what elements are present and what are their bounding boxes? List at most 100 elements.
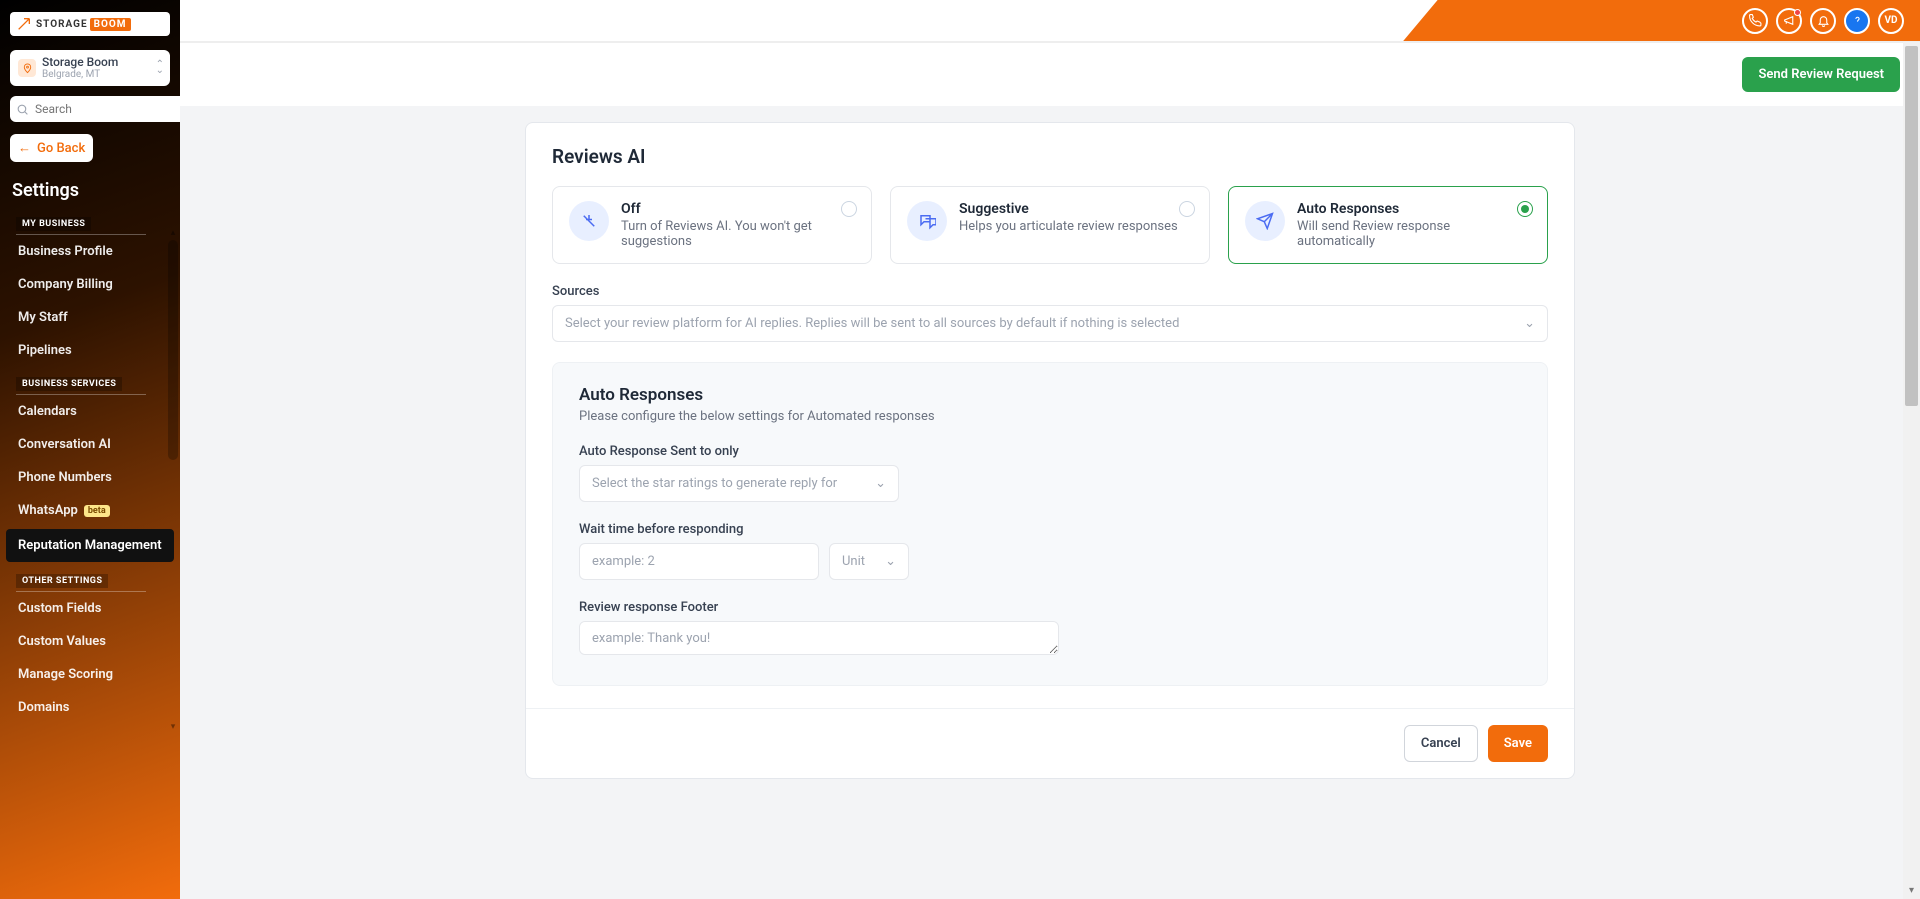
sidebar-item-domains[interactable]: Domains bbox=[0, 691, 180, 724]
send-icon bbox=[1245, 201, 1285, 241]
sidebar-item-label: Company Billing bbox=[18, 277, 113, 292]
send-review-request-button[interactable]: Send Review Request bbox=[1742, 57, 1900, 92]
sidebar-item-label: Calendars bbox=[18, 404, 77, 419]
option-title: Suggestive bbox=[959, 201, 1193, 217]
chat-icon bbox=[907, 201, 947, 241]
beta-badge: beta bbox=[84, 505, 110, 517]
option-auto-responses[interactable]: Auto Responses Will send Review response … bbox=[1228, 186, 1548, 264]
star-rating-placeholder: Select the star ratings to generate repl… bbox=[592, 476, 837, 491]
wait-unit-placeholder: Unit bbox=[842, 554, 865, 569]
auto-responses-subtitle: Please configure the below settings for … bbox=[579, 409, 1521, 424]
sidebar-item-label: Business Profile bbox=[18, 244, 113, 259]
sidebar-item-company-billing[interactable]: Company Billing bbox=[0, 268, 180, 301]
sidebar-item-manage-scoring[interactable]: Manage Scoring bbox=[0, 658, 180, 691]
location-subtitle: Belgrade, MT bbox=[42, 69, 118, 80]
sidebar-item-custom-fields[interactable]: Custom Fields bbox=[0, 592, 180, 625]
announcements-button[interactable] bbox=[1776, 8, 1802, 34]
bell-icon bbox=[1817, 14, 1830, 27]
page-action-bar: Send Review Request bbox=[180, 42, 1920, 106]
chevron-updown-icon: ⌃⌄ bbox=[156, 62, 164, 74]
cancel-button[interactable]: Cancel bbox=[1404, 725, 1478, 762]
sidebar-scroll-thumb[interactable] bbox=[168, 240, 178, 460]
sidebar-item-whatsapp[interactable]: WhatsApp beta bbox=[0, 494, 180, 527]
sidebar-group-label: OTHER SETTINGS bbox=[16, 574, 108, 588]
brand-logo[interactable]: STORAGEBOOM bbox=[10, 12, 170, 36]
search-input[interactable] bbox=[33, 101, 185, 117]
chevron-down-icon: ⌄ bbox=[875, 476, 886, 491]
go-back-button[interactable]: ← Go Back bbox=[10, 134, 93, 162]
phone-button[interactable] bbox=[1742, 8, 1768, 34]
user-avatar[interactable]: VD bbox=[1878, 8, 1904, 34]
option-description: Helps you articulate review responses bbox=[959, 219, 1193, 234]
footer-textarea[interactable] bbox=[579, 621, 1059, 655]
sidebar-item-label: WhatsApp bbox=[18, 503, 78, 518]
logo-arrow-icon bbox=[16, 16, 32, 32]
scroll-down-icon[interactable]: ▾ bbox=[1903, 882, 1920, 899]
sidebar-item-label: Reputation Management bbox=[18, 538, 162, 553]
sidebar-item-custom-values[interactable]: Custom Values bbox=[0, 625, 180, 658]
sent-to-label: Auto Response Sent to only bbox=[579, 444, 1521, 459]
sidebar-item-label: Phone Numbers bbox=[18, 470, 112, 485]
reviews-ai-title: Reviews AI bbox=[552, 145, 1548, 168]
sidebar-item-pipelines[interactable]: Pipelines bbox=[0, 334, 180, 367]
radio-indicator bbox=[841, 201, 857, 217]
wait-time-label: Wait time before responding bbox=[579, 522, 1521, 537]
settings-heading: Settings bbox=[0, 172, 180, 207]
wait-unit-select[interactable]: Unit ⌄ bbox=[829, 543, 909, 580]
sidebar-item-label: My Staff bbox=[18, 310, 68, 325]
location-title: Storage Boom bbox=[42, 56, 118, 69]
sidebar-item-business-profile[interactable]: Business Profile bbox=[0, 235, 180, 268]
notifications-button[interactable] bbox=[1810, 8, 1836, 34]
wait-time-input[interactable] bbox=[579, 543, 819, 580]
option-suggestive[interactable]: Suggestive Helps you articulate review re… bbox=[890, 186, 1210, 264]
help-button[interactable] bbox=[1844, 8, 1870, 34]
sidebar-scrollbar[interactable]: ▴ ▾ bbox=[168, 240, 178, 720]
sidebar-item-reputation-management[interactable]: Reputation Management bbox=[6, 529, 174, 562]
sidebar-item-conversation-ai[interactable]: Conversation AI bbox=[0, 428, 180, 461]
main-area: VD Send Review Request Reviews AI Off Tur… bbox=[180, 0, 1920, 899]
sidebar-item-calendars[interactable]: Calendars bbox=[0, 395, 180, 428]
radio-indicator bbox=[1179, 201, 1195, 217]
off-icon bbox=[569, 201, 609, 241]
option-description: Turn of Reviews AI. You won't get sugges… bbox=[621, 219, 855, 249]
option-title: Auto Responses bbox=[1297, 201, 1531, 217]
megaphone-icon bbox=[1783, 14, 1796, 27]
footer-label: Review response Footer bbox=[579, 600, 1521, 615]
arrow-left-icon: ← bbox=[18, 140, 31, 156]
sidebar-group-label: BUSINESS SERVICES bbox=[16, 377, 122, 391]
sources-placeholder: Select your review platform for AI repli… bbox=[565, 316, 1179, 331]
page-scrollbar[interactable]: ▴ ▾ bbox=[1903, 42, 1920, 899]
option-description: Will send Review response automatically bbox=[1297, 219, 1531, 249]
sidebar-item-my-staff[interactable]: My Staff bbox=[0, 301, 180, 334]
location-switcher[interactable]: Storage Boom Belgrade, MT ⌃⌄ bbox=[10, 50, 170, 86]
phone-icon bbox=[1749, 14, 1762, 27]
auto-responses-title: Auto Responses bbox=[579, 385, 1521, 405]
sidebar-item-label: Conversation AI bbox=[18, 437, 111, 452]
card-footer: Cancel Save bbox=[526, 708, 1574, 778]
scroll-down-icon[interactable]: ▾ bbox=[168, 722, 178, 732]
sidebar-item-label: Custom Fields bbox=[18, 601, 101, 616]
sidebar-item-label: Manage Scoring bbox=[18, 667, 113, 682]
option-off[interactable]: Off Turn of Reviews AI. You won't get sug… bbox=[552, 186, 872, 264]
sidebar-item-label: Custom Values bbox=[18, 634, 106, 649]
reviews-ai-card: Reviews AI Off Turn of Reviews AI. You wo… bbox=[525, 122, 1575, 779]
star-rating-select[interactable]: Select the star ratings to generate repl… bbox=[579, 465, 899, 502]
chevron-down-icon: ⌄ bbox=[1524, 316, 1535, 331]
pin-icon bbox=[18, 59, 36, 77]
sidebar-item-label: Pipelines bbox=[18, 343, 72, 358]
sidebar: STORAGEBOOM Storage Boom Belgrade, MT ⌃⌄… bbox=[0, 0, 180, 899]
topbar: VD bbox=[180, 0, 1920, 42]
sidebar-item-phone-numbers[interactable]: Phone Numbers bbox=[0, 461, 180, 494]
option-title: Off bbox=[621, 201, 855, 217]
auto-responses-panel: Auto Responses Please configure the belo… bbox=[552, 362, 1548, 686]
sources-select[interactable]: Select your review platform for AI repli… bbox=[552, 305, 1548, 342]
scroll-up-icon[interactable]: ▴ bbox=[168, 228, 178, 238]
notification-dot bbox=[1794, 9, 1801, 16]
radio-indicator bbox=[1517, 201, 1533, 217]
save-button[interactable]: Save bbox=[1488, 725, 1548, 762]
sources-label: Sources bbox=[552, 284, 1548, 299]
sidebar-item-label: Domains bbox=[18, 700, 69, 715]
chevron-down-icon: ⌄ bbox=[885, 554, 896, 569]
sidebar-group-label: MY BUSINESS bbox=[16, 217, 91, 231]
page-scroll-thumb[interactable] bbox=[1905, 46, 1918, 406]
